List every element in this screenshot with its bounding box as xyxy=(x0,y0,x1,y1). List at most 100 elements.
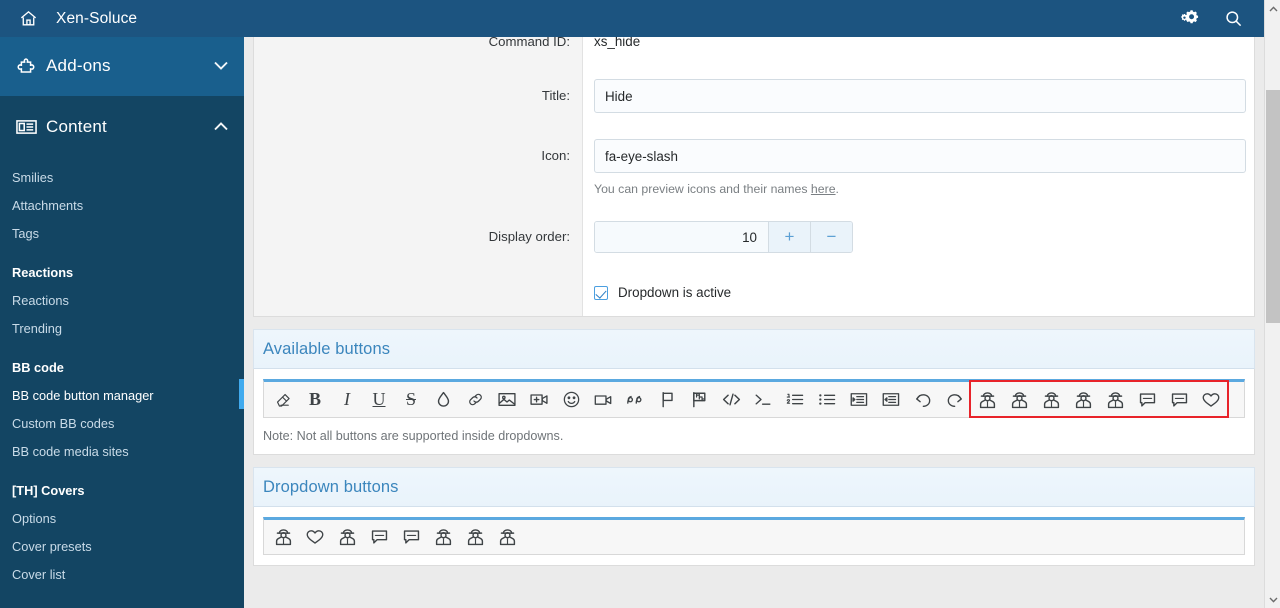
heart-icon[interactable] xyxy=(1195,384,1227,416)
dropdown-buttons-section: Dropdown buttons xyxy=(253,467,1255,566)
icon-hint: You can preview icons and their names he… xyxy=(594,182,1246,196)
sidebar-item-bb-code-media-sites[interactable]: BB code media sites xyxy=(0,438,244,466)
ordered-list-icon[interactable] xyxy=(779,384,811,416)
indent-icon[interactable] xyxy=(843,384,875,416)
icon-hint-before: You can preview icons and their names xyxy=(594,182,811,196)
link-icon[interactable] xyxy=(459,384,491,416)
sidebar-item-custom-bb-codes[interactable]: Custom BB codes xyxy=(0,410,244,438)
puzzle-icon xyxy=(16,56,46,75)
icon-hint-after: . xyxy=(835,182,839,196)
image-icon[interactable] xyxy=(491,384,523,416)
underline-icon[interactable]: U xyxy=(363,384,395,416)
field-row-icon: Icon: You can preview icons and their na… xyxy=(254,139,1254,196)
user-secret-icon[interactable] xyxy=(1035,384,1067,416)
flag-icon[interactable] xyxy=(651,384,683,416)
sidebar: Setup Add-ons xyxy=(0,0,244,608)
bold-icon[interactable]: B xyxy=(299,384,331,416)
field-row-display-order: Display order: + − xyxy=(254,221,1254,253)
comment-icon[interactable] xyxy=(1131,384,1163,416)
dropdown-buttons-header: Dropdown buttons xyxy=(253,467,1255,507)
user-secret-icon[interactable] xyxy=(427,521,459,553)
redo-icon[interactable] xyxy=(939,384,971,416)
search-icon[interactable] xyxy=(1212,0,1254,37)
main-content: Command ID: xs_hide Title: Icon: You can… xyxy=(244,37,1264,608)
user-secret-icon[interactable] xyxy=(459,521,491,553)
undo-icon[interactable] xyxy=(907,384,939,416)
title-label: Title: xyxy=(541,88,570,103)
sidebar-item-smilies[interactable]: Smilies xyxy=(0,164,244,192)
sidebar-section-label: Add-ons xyxy=(46,55,111,75)
home-icon[interactable] xyxy=(0,0,56,37)
sidebar-group-th-covers: [TH] Covers xyxy=(12,483,85,498)
decrement-button[interactable]: − xyxy=(810,222,852,252)
sidebar-section-addons[interactable]: Add-ons xyxy=(0,35,244,96)
scroll-down-arrow-icon[interactable] xyxy=(1265,591,1280,608)
user-secret-icon[interactable] xyxy=(1003,384,1035,416)
sidebar-group-bbcode: BB code xyxy=(12,360,64,375)
newspaper-icon xyxy=(16,119,46,135)
droplet-icon[interactable] xyxy=(427,384,459,416)
chevron-up-icon xyxy=(214,118,228,136)
scroll-thumb[interactable] xyxy=(1266,90,1280,323)
available-buttons-body: BIUS Note: Not all buttons are supported… xyxy=(253,369,1255,455)
comment-icon[interactable] xyxy=(395,521,427,553)
user-secret-icon[interactable] xyxy=(331,521,363,553)
terminal-icon[interactable] xyxy=(747,384,779,416)
icon-input[interactable] xyxy=(594,139,1246,173)
strikethrough-icon[interactable]: S xyxy=(395,384,427,416)
sidebar-item-cover-presets[interactable]: Cover presets xyxy=(0,533,244,561)
user-secret-icon[interactable] xyxy=(971,384,1003,416)
icon-label: Icon: xyxy=(541,148,570,163)
display-order-input[interactable] xyxy=(595,222,768,252)
sidebar-item-bbcode-button-manager[interactable]: BB code button manager xyxy=(0,379,244,410)
display-order-label: Display order: xyxy=(488,229,570,244)
dropdown-active-checkbox[interactable] xyxy=(594,285,608,300)
eraser-icon[interactable] xyxy=(267,384,299,416)
bullet-list-icon[interactable] xyxy=(811,384,843,416)
command-id-value: xs_hide xyxy=(594,37,641,49)
video-camera-icon[interactable] xyxy=(587,384,619,416)
sidebar-section-label: Content xyxy=(46,116,107,136)
increment-button[interactable]: + xyxy=(768,222,810,252)
sidebar-item-options[interactable]: Options xyxy=(0,505,244,533)
display-order-stepper: + − xyxy=(594,221,853,253)
user-secret-icon[interactable] xyxy=(267,521,299,553)
video-camera-plus-icon[interactable] xyxy=(523,384,555,416)
sidebar-item-attachments[interactable]: Attachments xyxy=(0,192,244,220)
available-buttons-title: Available buttons xyxy=(263,339,391,358)
sidebar-item-reactions[interactable]: Reactions xyxy=(0,287,244,315)
icon-preview-link[interactable]: here xyxy=(811,182,836,196)
smiley-icon[interactable] xyxy=(555,384,587,416)
heart-icon[interactable] xyxy=(299,521,331,553)
vertical-scrollbar[interactable] xyxy=(1264,0,1280,608)
user-secret-icon[interactable] xyxy=(1067,384,1099,416)
sidebar-item-trending[interactable]: Trending xyxy=(0,315,244,343)
available-buttons-note: Note: Not all buttons are supported insi… xyxy=(263,429,564,443)
code-icon[interactable] xyxy=(715,384,747,416)
field-row-active-checkbox: Dropdown is active xyxy=(254,285,1254,300)
field-row-title: Title: xyxy=(254,79,1254,113)
button-settings-form: Command ID: xs_hide Title: Icon: You can… xyxy=(253,37,1255,317)
sidebar-item-tags[interactable]: Tags xyxy=(0,220,244,248)
user-secret-icon[interactable] xyxy=(1099,384,1131,416)
outdent-icon[interactable] xyxy=(875,384,907,416)
quote-icon[interactable] xyxy=(619,384,651,416)
scroll-up-arrow-icon[interactable] xyxy=(1265,0,1280,17)
command-id-label: Command ID: xyxy=(488,37,570,49)
sidebar-group-reactions: Reactions xyxy=(12,265,74,280)
cogs-icon[interactable] xyxy=(1170,0,1212,37)
sidebar-content-links: Smilies Attachments Tags Reactions React… xyxy=(0,157,244,598)
top-bar-actions xyxy=(1170,0,1264,37)
top-bar: Xen-Soluce xyxy=(0,0,1264,37)
chevron-down-icon xyxy=(214,57,228,75)
app-title: Xen-Soluce xyxy=(56,9,138,27)
comment-icon[interactable] xyxy=(363,521,395,553)
title-input[interactable] xyxy=(594,79,1246,113)
user-secret-icon[interactable] xyxy=(491,521,523,553)
italic-icon[interactable]: I xyxy=(331,384,363,416)
comment-icon[interactable] xyxy=(1163,384,1195,416)
sidebar-section-content[interactable]: Content xyxy=(0,96,244,157)
checkered-flag-icon[interactable] xyxy=(683,384,715,416)
field-row-command-id: Command ID: xs_hide xyxy=(254,37,1254,52)
sidebar-item-cover-list[interactable]: Cover list xyxy=(0,561,244,589)
